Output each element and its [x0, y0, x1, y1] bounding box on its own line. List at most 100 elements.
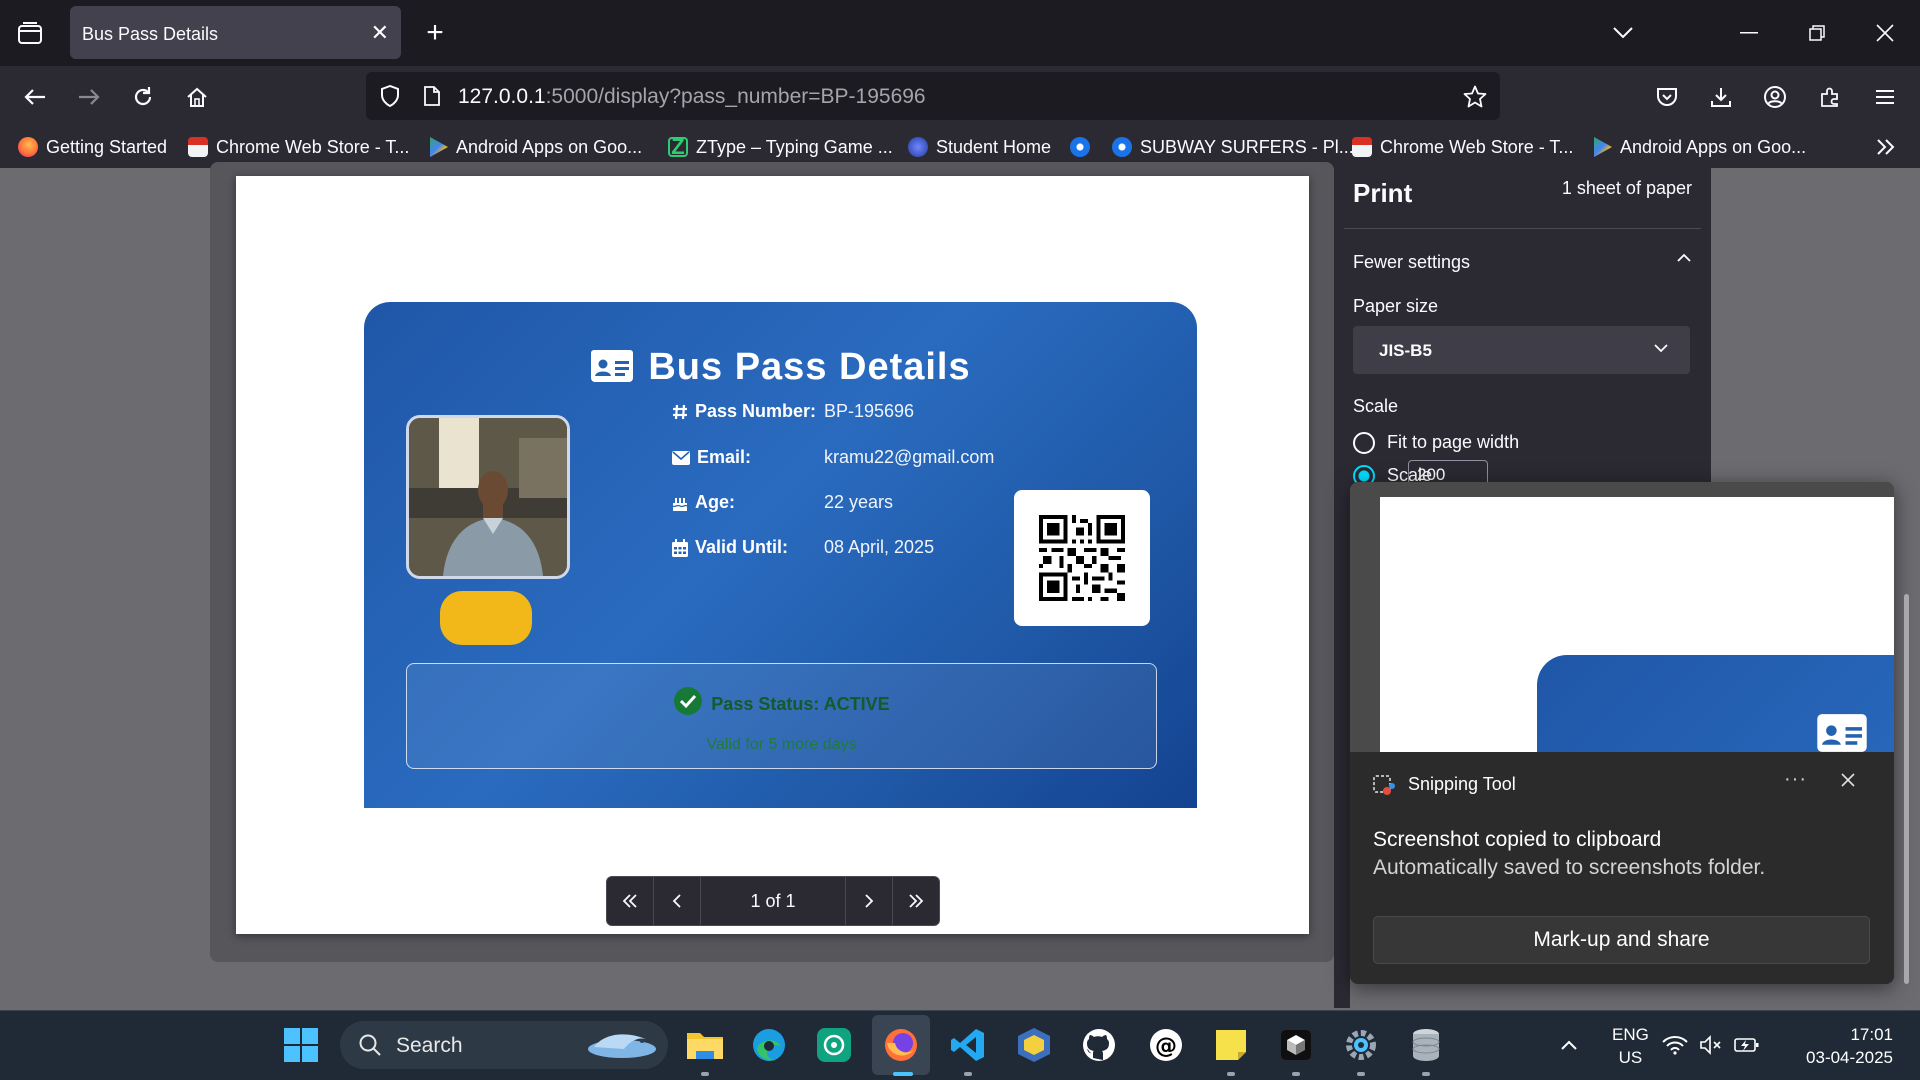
bookmark-android-apps[interactable]: Android Apps on Goo...	[428, 134, 642, 160]
page-info-icon[interactable]	[418, 82, 446, 110]
paper-size-select[interactable]: JIS-B5	[1353, 326, 1690, 374]
bookmark-chrome-web-store[interactable]: Chrome Web Store - T...	[188, 134, 409, 160]
reload-icon[interactable]	[128, 82, 158, 112]
tab-bar: Bus Pass Details ✕ +	[0, 0, 1920, 66]
tab-list-icon[interactable]	[14, 18, 46, 50]
firefox-taskbar-icon[interactable]	[880, 1024, 922, 1066]
threads-icon[interactable]: @	[1145, 1024, 1187, 1066]
github-icon[interactable]	[1078, 1024, 1120, 1066]
page-navigation: 1 of 1	[606, 876, 940, 926]
running-indicator	[964, 1072, 972, 1076]
account-icon[interactable]	[1760, 82, 1790, 112]
svg-text:@: @	[1155, 1034, 1177, 1059]
show-hidden-icons-chevron-icon[interactable]	[1548, 1024, 1590, 1066]
home-icon[interactable]	[182, 82, 212, 112]
list-all-tabs-chevron-icon[interactable]	[1608, 20, 1638, 46]
chevron-up-icon[interactable]	[1677, 250, 1691, 268]
birthday-cake-icon	[672, 497, 688, 511]
print-settings-panel: Print 1 sheet of paper Fewer settings Pa…	[1334, 162, 1711, 488]
edge-icon[interactable]	[748, 1024, 790, 1066]
app-menu-icon[interactable]	[1870, 82, 1900, 112]
passholder-photo	[406, 415, 570, 579]
bookmark-android-apps-2[interactable]: Android Apps on Goo...	[1592, 134, 1806, 160]
tab-title: Bus Pass Details	[82, 24, 219, 44]
last-page-button[interactable]	[892, 877, 939, 925]
downloads-icon[interactable]	[1706, 82, 1736, 112]
new-tab-icon[interactable]: +	[420, 16, 450, 49]
bookmark-label: SUBWAY SURFERS - Pl...	[1140, 136, 1354, 157]
battery-charging-icon[interactable]	[1732, 1024, 1762, 1066]
sticky-notes-icon[interactable]	[1210, 1024, 1252, 1066]
save-to-pocket-icon[interactable]	[1652, 82, 1682, 112]
windows-start-icon[interactable]	[280, 1024, 322, 1066]
more-bookmarks-chevron-icon[interactable]	[1872, 134, 1900, 160]
chatgpt-icon[interactable]	[813, 1024, 855, 1066]
volume-muted-icon[interactable]	[1696, 1024, 1726, 1066]
firefox-icon	[18, 137, 38, 157]
chevron-down-icon	[1654, 340, 1668, 358]
input-language-indicator[interactable]: ENG US	[1612, 1023, 1649, 1069]
bookmark-label: Android Apps on Goo...	[1620, 136, 1807, 157]
student-home-icon	[908, 137, 928, 157]
windows-taskbar: Search @ ENG US 17:01 03-04-2025	[0, 1010, 1920, 1080]
fit-to-page-width-radio[interactable]	[1353, 432, 1375, 454]
minimize-icon[interactable]	[1736, 20, 1762, 46]
preview-scrollbar[interactable]	[1904, 594, 1909, 984]
region-code: US	[1618, 1048, 1643, 1067]
more-options-icon[interactable]: ···	[1784, 768, 1807, 791]
vscode-icon[interactable]	[947, 1024, 989, 1066]
notification-app-name: Snipping Tool	[1408, 774, 1516, 794]
pass-number-label: Pass Number:	[672, 401, 824, 422]
running-indicator	[1422, 1072, 1430, 1076]
age-value: 22 years	[824, 492, 894, 512]
notification-close-icon[interactable]	[1840, 772, 1856, 793]
dolphin-search-highlight-icon	[588, 1034, 656, 1058]
window-close-icon[interactable]	[1872, 20, 1898, 46]
chrome-web-store-icon	[188, 137, 208, 157]
fewer-settings-toggle[interactable]: Fewer settings	[1353, 252, 1470, 273]
running-indicator	[1357, 1072, 1365, 1076]
print-title: Print	[1353, 178, 1413, 208]
database-icon[interactable]	[1405, 1024, 1447, 1066]
check-circle-icon	[674, 687, 703, 715]
chevron-left-icon	[672, 894, 681, 908]
tracking-protection-shield-icon[interactable]	[376, 82, 404, 110]
snipping-tool-notification[interactable]: Snipping Tool ··· Screenshot copied to c…	[1350, 482, 1894, 984]
bookmark-student-home[interactable]: Student Home	[908, 134, 1051, 160]
id-card-icon	[590, 349, 634, 393]
url-text[interactable]: 127.0.0.1:5000/display?pass_number=BP-19…	[458, 85, 926, 109]
3d-box-app-icon[interactable]	[1275, 1024, 1317, 1066]
bookmark-chrome-web-store-2[interactable]: Chrome Web Store - T...	[1352, 134, 1573, 160]
next-page-button[interactable]	[845, 877, 892, 925]
extensions-icon[interactable]	[1815, 82, 1845, 112]
bookmark-label: Chrome Web Store - T...	[1380, 136, 1574, 157]
taskbar-search-box[interactable]: Search	[340, 1021, 668, 1069]
forward-arrow-icon[interactable]	[74, 82, 104, 112]
back-arrow-icon[interactable]	[20, 82, 50, 112]
screenshot-thumbnail[interactable]	[1350, 482, 1894, 752]
file-explorer-icon[interactable]	[684, 1024, 726, 1066]
bookmark-getting-started[interactable]: Getting Started	[18, 134, 167, 160]
previous-page-button[interactable]	[654, 877, 701, 925]
google-play-icon	[430, 137, 448, 157]
paper-size-value: JIS-B5	[1379, 341, 1432, 360]
virtualbox-icon[interactable]	[1013, 1024, 1055, 1066]
bookmark-star-icon[interactable]	[1460, 82, 1490, 110]
bookmark-ztype[interactable]: Z ZType – Typing Game ...	[668, 134, 893, 160]
mark-up-and-share-button[interactable]: Mark-up and share	[1373, 916, 1870, 964]
first-page-button[interactable]	[607, 877, 654, 925]
address-bar[interactable]: 127.0.0.1:5000/display?pass_number=BP-19…	[366, 72, 1500, 120]
tab-bus-pass-details[interactable]: Bus Pass Details ✕	[70, 6, 401, 59]
bookmark-subway-surfers[interactable]: SUBWAY SURFERS - Pl...	[1112, 134, 1354, 160]
fit-to-page-width-label[interactable]: Fit to page width	[1387, 432, 1519, 453]
notification-headline: Screenshot copied to clipboard	[1373, 828, 1662, 851]
system-clock[interactable]: 17:01 03-04-2025	[1795, 1023, 1893, 1069]
bookmark-untitled[interactable]	[1070, 134, 1098, 160]
search-icon	[359, 1034, 381, 1056]
wifi-icon[interactable]	[1660, 1024, 1690, 1066]
restore-icon[interactable]	[1804, 20, 1830, 46]
pass-status-box: Pass Status: ACTIVE Valid for 5 more day…	[406, 663, 1157, 769]
globe-blue-icon	[1070, 137, 1090, 157]
settings-gear-icon[interactable]	[1340, 1024, 1382, 1066]
tab-close-icon[interactable]: ✕	[371, 20, 389, 46]
